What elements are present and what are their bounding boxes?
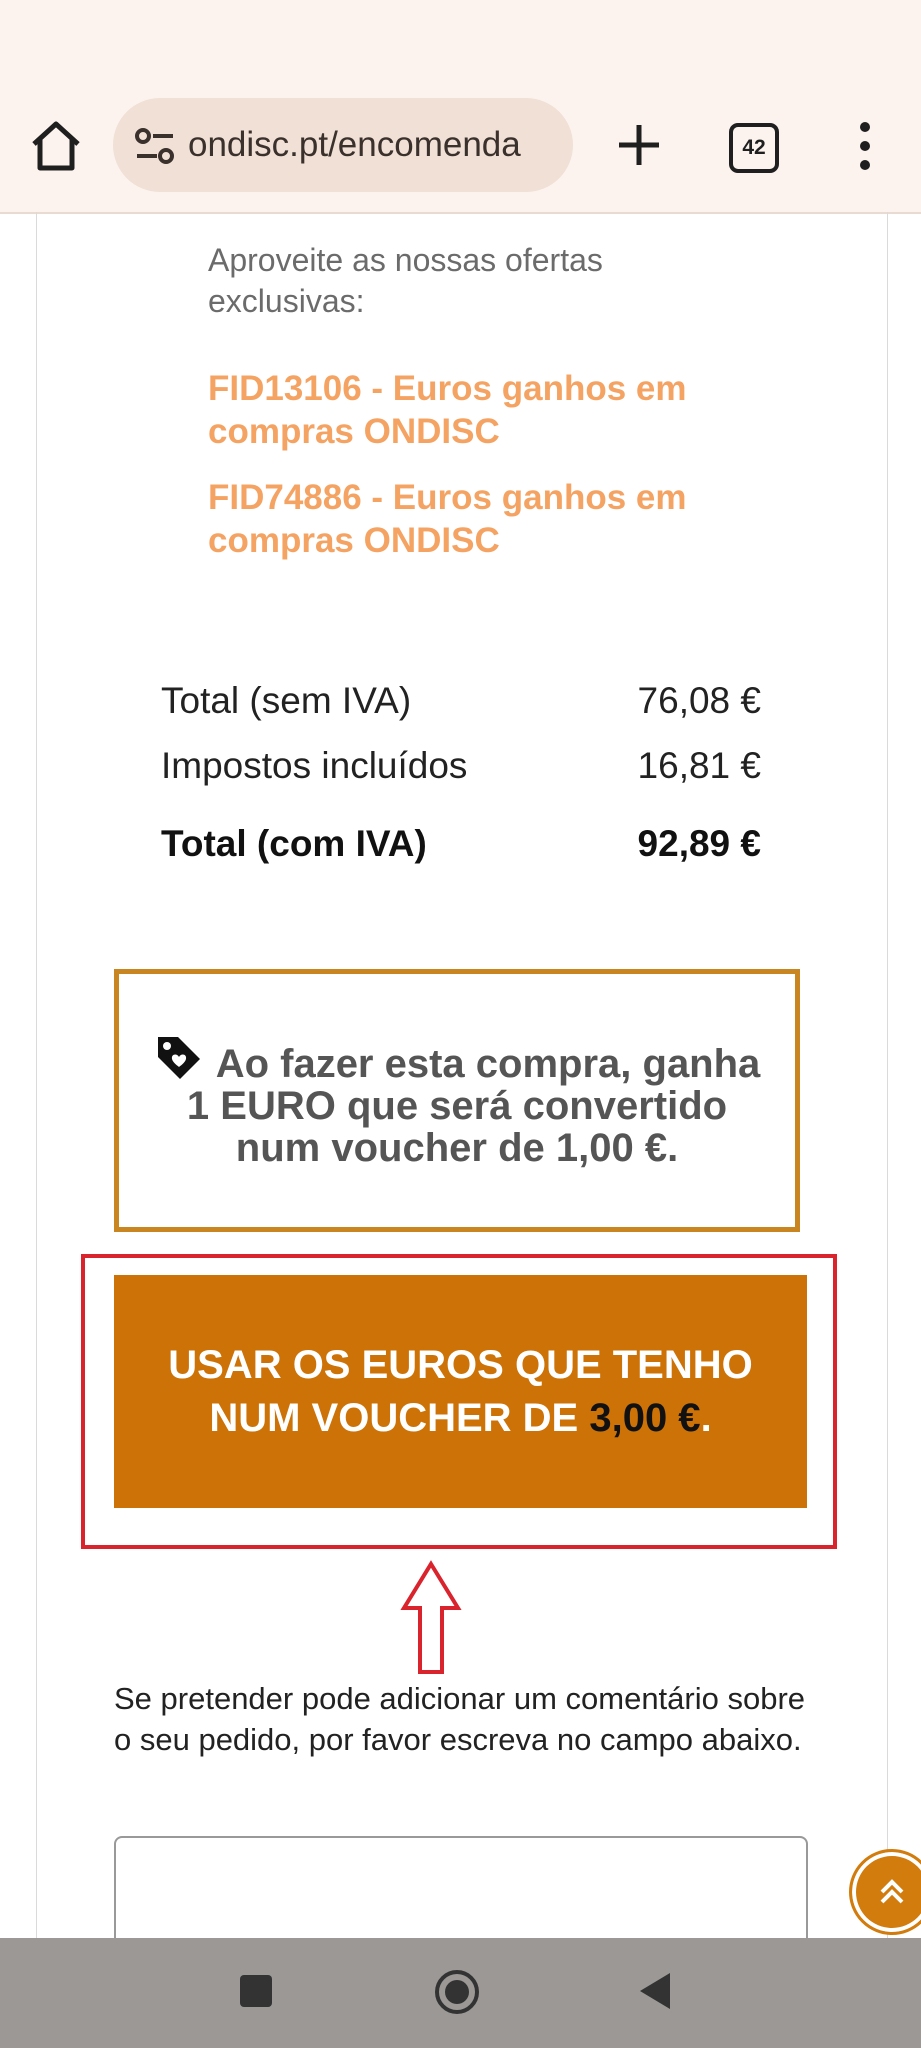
tag-icon: [154, 1033, 204, 1083]
offer-link[interactable]: FID13106 - Euros ganhos em compras ONDIS…: [208, 367, 728, 453]
tab-switcher-button[interactable]: 42: [729, 123, 779, 173]
chevrons-up-icon: [880, 1879, 904, 1904]
annotation-arrow-icon: [400, 1560, 462, 1676]
tax-label: Impostos incluídos: [161, 745, 468, 786]
voucher-amount: 3,00 €: [589, 1395, 701, 1440]
home-nav-icon[interactable]: [433, 1968, 481, 2016]
browser-toolbar: ondisc.pt/encomenda 42: [0, 0, 921, 214]
earn-notice-box: Ao fazer esta compra, ganha 1 EURO que s…: [114, 969, 800, 1232]
offer-link[interactable]: FID74886 - Euros ganhos em compras ONDIS…: [208, 476, 728, 562]
use-voucher-button[interactable]: USAR OS EUROS QUE TENHO NUM VOUCHER DE 3…: [114, 1275, 807, 1508]
recents-icon[interactable]: [240, 1975, 272, 2007]
address-bar[interactable]: ondisc.pt/encomenda: [113, 98, 573, 192]
tax-value: 16,81 €: [637, 745, 761, 786]
more-menu-icon[interactable]: [845, 120, 885, 172]
total-gross-value: 92,89 €: [637, 823, 761, 864]
total-gross-label: Total (com IVA): [161, 823, 427, 864]
earn-notice-text: Ao fazer esta compra, ganha 1 EURO que s…: [186, 1041, 761, 1170]
offers-intro: Aproveite as nossas ofertas exclusivas:: [208, 242, 603, 319]
comment-help-text: Se pretender pode adicionar um comentári…: [114, 1681, 806, 1757]
site-settings-icon[interactable]: [133, 124, 177, 168]
system-nav-bar: [0, 1938, 921, 2048]
total-net-value: 76,08 €: [637, 680, 761, 721]
url-text[interactable]: ondisc.pt/encomenda: [188, 120, 568, 170]
voucher-suffix: .: [700, 1395, 712, 1440]
home-icon[interactable]: [24, 114, 88, 178]
total-net-label: Total (sem IVA): [161, 680, 412, 721]
new-tab-icon[interactable]: [607, 113, 671, 177]
back-icon[interactable]: [638, 1971, 672, 2011]
